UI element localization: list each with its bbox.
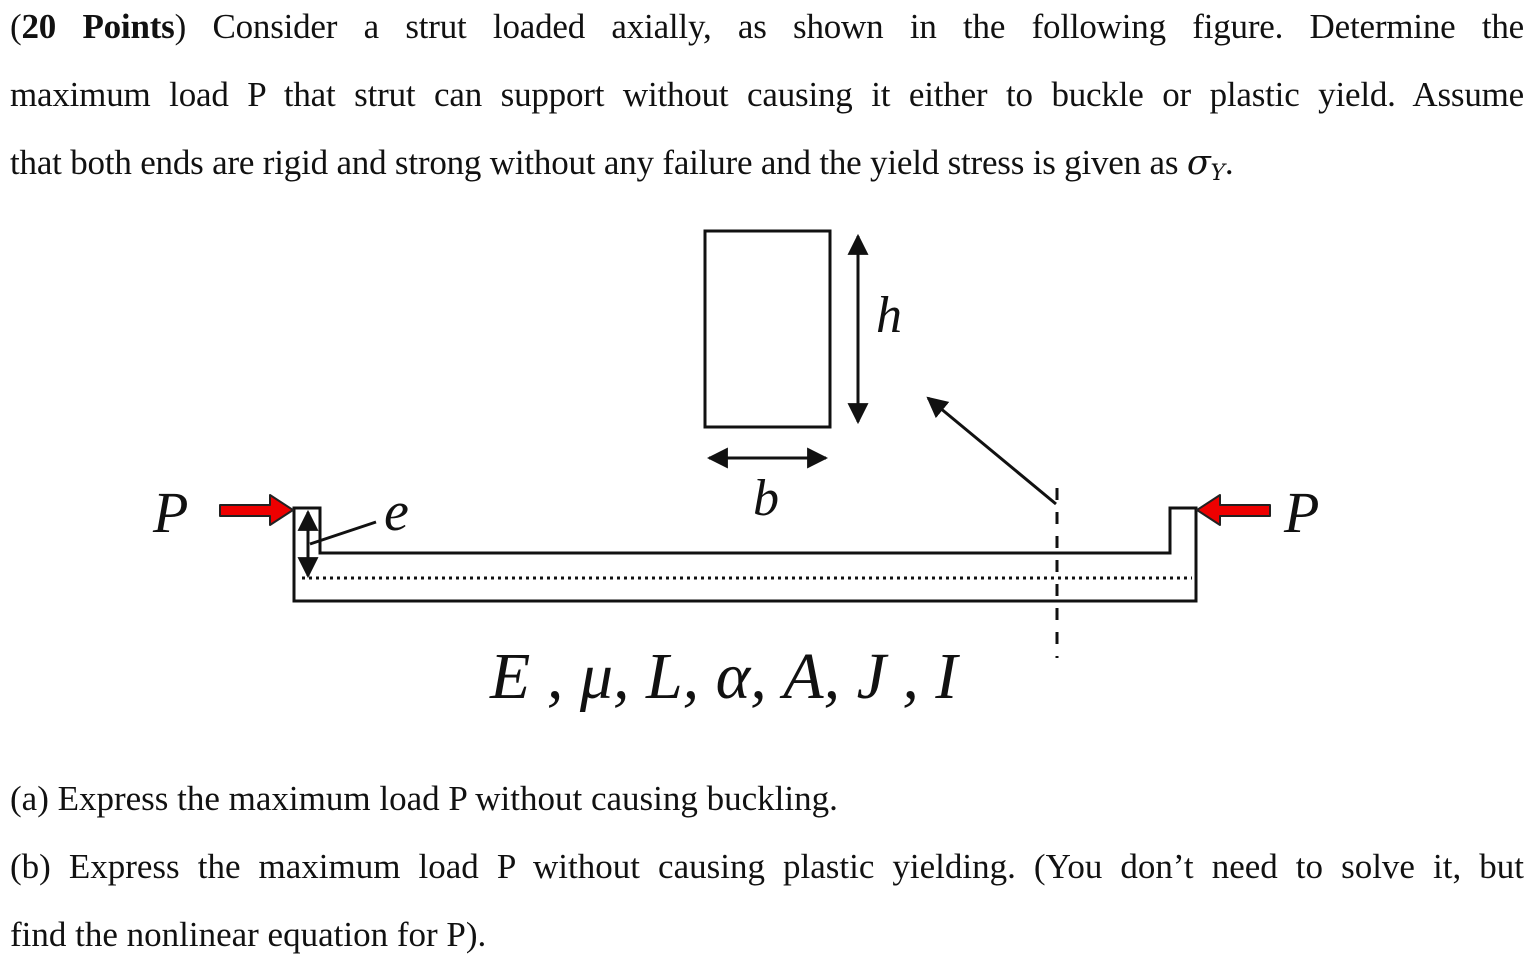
question-b: (b) Express the maximum load P without c… [10, 847, 1524, 886]
strut-outline [292, 506, 1198, 603]
left-load-label: P [152, 480, 188, 545]
question-b-continued: find the nonlinear equation for P). [10, 915, 487, 954]
right-load-arrow-icon [1196, 494, 1271, 526]
left-load-arrow-icon [219, 494, 294, 526]
cross-section-rect [703, 229, 832, 429]
width-label: b [753, 470, 779, 527]
eccentricity-label: e [384, 481, 409, 543]
question-a: (a) Express the maximum load P without c… [10, 779, 838, 818]
properties-label: E , μ, L, α, A, J , I [489, 640, 960, 713]
height-label: h [876, 287, 902, 344]
questions: (a) Express the maximum load P without c… [10, 765, 1524, 969]
right-load-label: P [1283, 480, 1319, 545]
section-pointer-arrow [926, 396, 1057, 506]
